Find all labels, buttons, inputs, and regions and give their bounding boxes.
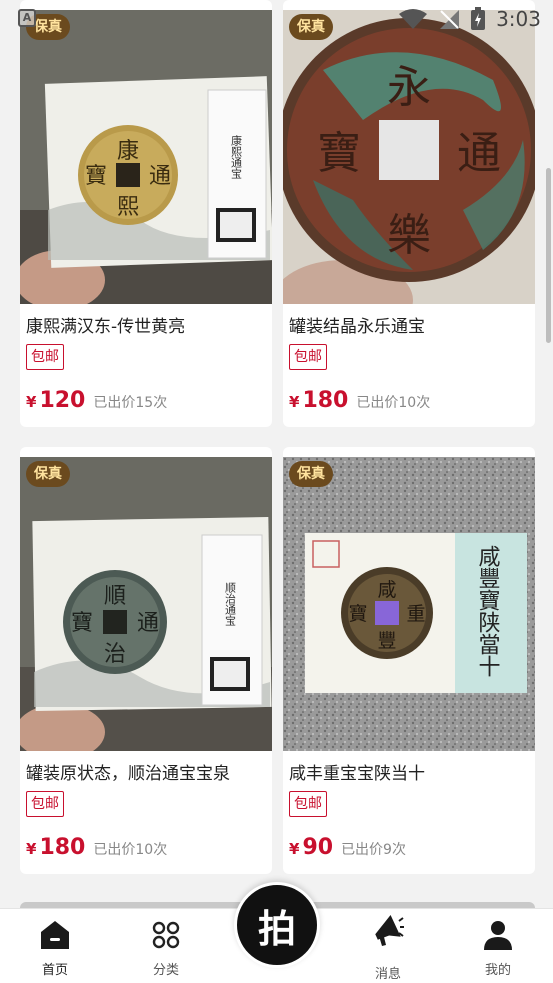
coin-char: 寶 [71,611,93,636]
product-card[interactable]: 永 樂 通 寶 保真 罐装结晶永乐通宝 包邮 ¥ 180 已出价10次 [283,0,535,427]
nav-label-home: 首页 [41,963,68,978]
label-text: 康熙通宝 [230,134,243,179]
bid-count: 已出价10次 [93,842,168,858]
product-title[interactable]: 康熙满汉东-传世黄亮 [26,312,266,337]
product-image[interactable]: 永 樂 通 寶 [283,10,535,304]
nav-label-category: 分类 [152,963,179,978]
product-card[interactable]: 咸 豐 重 寶 咸豐寶陕當十 保真 咸丰重宝宝陕当十 包邮 ¥ 90 已出价9次 [283,447,535,874]
notification-a-icon: A [18,9,36,27]
nav-item-home[interactable]: 首页 [0,909,110,983]
product-title[interactable]: 罐装原状态，顺治通宝宝泉 [26,759,266,784]
free-shipping-tag: 包邮 [289,791,327,817]
app-screen: A 3:03 康 熙 通 寶 康熙通宝 保真 康熙满汉东-传世黄亮 包邮 ¥ 1… [0,0,553,983]
auction-center-button[interactable]: 拍 [234,882,320,968]
product-title[interactable]: 罐装结晶永乐通宝 [289,312,529,337]
label-text: 咸豐寶陕當十 [475,545,501,677]
coin-char: 咸 [377,579,396,601]
auction-label: 拍 [257,905,296,951]
nav-item-category[interactable]: 分类 [111,909,221,983]
product-card[interactable]: 順 治 通 寶 顺治通宝 保真 罐装原状态，顺治通宝宝泉 包邮 ¥ 180 已出… [20,447,272,874]
currency-symbol: ¥ [289,393,300,411]
currency-symbol: ¥ [26,840,37,858]
profile-icon [484,921,512,950]
product-title[interactable]: 咸丰重宝宝陕当十 [289,759,529,784]
price-row: ¥ 180 已出价10次 [26,835,167,860]
product-card[interactable]: 康 熙 通 寶 康熙通宝 保真 康熙满汉东-传世黄亮 包邮 ¥ 120 已出价1… [20,0,272,427]
coin-char: 重 [406,603,425,625]
nav-label-messages: 消息 [374,967,401,982]
coin-char: 永 [387,62,431,113]
scrollbar[interactable] [546,168,551,343]
free-shipping-tag: 包邮 [289,344,327,370]
category-icon [152,921,180,949]
authentic-badge: 保真 [289,461,333,487]
coin-char: 熙 [117,195,139,220]
nav-label-profile: 我的 [484,963,511,978]
signal-icon [440,10,460,29]
coin-char: 寶 [85,164,107,189]
price-row: ¥ 90 已出价9次 [289,835,406,860]
megaphone-icon [375,915,404,946]
status-right: 3:03 [398,5,541,33]
coin-char: 樂 [387,210,431,261]
coin-char: 寶 [317,128,361,179]
coin-char: 通 [457,128,501,179]
coin-char: 順 [104,584,126,609]
currency-symbol: ¥ [26,393,37,411]
authentic-badge: 保真 [26,461,70,487]
battery-icon [471,7,486,30]
price: 90 [302,835,334,860]
home-icon [41,921,69,949]
price: 120 [39,388,86,413]
wifi-icon [399,9,428,29]
free-shipping-tag: 包邮 [26,344,64,370]
price-row: ¥ 120 已出价15次 [26,388,167,413]
bid-count: 已出价9次 [341,842,406,858]
price: 180 [302,388,349,413]
label-text: 顺治通宝 [224,582,237,626]
free-shipping-tag: 包邮 [26,791,64,817]
coin-char: 康 [117,139,139,164]
coin-char: 豐 [377,630,396,652]
product-image[interactable]: 順 治 通 寶 顺治通宝 [20,457,272,751]
product-image[interactable]: 康 熙 通 寶 康熙通宝 [20,10,272,304]
coin-char: 通 [149,164,171,189]
product-image[interactable]: 咸 豐 重 寶 咸豐寶陕當十 [283,457,535,751]
coin-char: 寶 [348,603,367,625]
nav-item-messages[interactable]: 消息 [333,909,443,983]
price: 180 [39,835,86,860]
coin-char: 通 [137,611,159,636]
nav-item-profile[interactable]: 我的 [443,909,553,983]
coin-char: 治 [104,642,126,667]
currency-symbol: ¥ [289,840,300,858]
bid-count: 已出价15次 [93,395,168,411]
status-bar: A 3:03 [0,0,553,38]
bid-count: 已出价10次 [356,395,431,411]
price-row: ¥ 180 已出价10次 [289,388,430,413]
status-time: 3:03 [496,7,541,31]
